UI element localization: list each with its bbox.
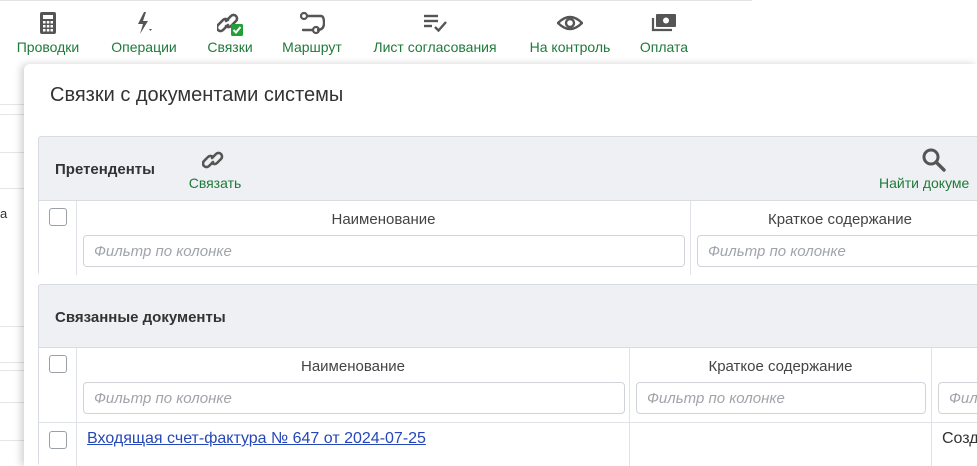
route-label: Маршрут: [282, 39, 342, 55]
toolbar-divider: [0, 0, 752, 1]
calculator-icon: [40, 12, 56, 34]
summary-filter-input[interactable]: [636, 382, 926, 414]
top-toolbar: Проводки Операции Связки Маршрут Лист со…: [0, 0, 977, 64]
route-button[interactable]: Маршрут: [276, 6, 348, 58]
bg-divider: [0, 188, 24, 189]
lightning-icon: [138, 12, 152, 34]
row-checkbox[interactable]: [49, 431, 67, 449]
table-row: Входящая счет-фактура № 647 от 2024-07-2…: [39, 423, 977, 466]
control-button[interactable]: На контроль: [522, 6, 618, 58]
linked-documents-grid: Наименование Краткое содержание Входящая…: [39, 347, 977, 466]
find-document-label: Найти докуме: [879, 175, 970, 191]
approval-sheet-button[interactable]: Лист согласования: [366, 6, 504, 58]
third-cell: Созд: [942, 430, 977, 447]
payment-button[interactable]: Оплата: [634, 6, 694, 58]
link-button-label: Связать: [188, 175, 242, 191]
summary-column: Краткое содержание: [690, 201, 977, 275]
postings-button[interactable]: Проводки: [8, 6, 88, 58]
candidates-grid: Наименование Краткое содержание: [39, 200, 977, 275]
bg-divider: [0, 326, 24, 327]
operations-label: Операции: [111, 39, 177, 55]
linked-documents-title: Связанные документы: [55, 309, 226, 326]
bg-divider: [0, 152, 24, 153]
summary-column-header[interactable]: Краткое содержание: [630, 358, 931, 375]
bg-divider: [0, 104, 24, 105]
control-label: На контроль: [529, 39, 611, 55]
money-icon: [651, 14, 676, 32]
bg-divider: [0, 114, 24, 115]
candidates-panel: Претенденты Связать Найти докуме Наимено…: [38, 136, 977, 275]
links-label: Связки: [207, 39, 253, 55]
linked-documents-panel: Связанные документы Наименование Краткое…: [38, 284, 977, 466]
dialog-title: Связки с документами системы: [50, 84, 344, 106]
name-filter-input[interactable]: [83, 382, 625, 414]
name-column-header[interactable]: Наименование: [77, 358, 629, 375]
document-link[interactable]: Входящая счет-фактура № 647 от 2024-07-2…: [87, 430, 426, 448]
checklist-icon: [424, 14, 447, 33]
bg-divider: [0, 370, 24, 371]
third-filter-input[interactable]: [938, 382, 977, 414]
select-all-checkbox[interactable]: [49, 355, 67, 373]
select-all-checkbox[interactable]: [49, 208, 67, 226]
eye-icon: [557, 15, 583, 31]
bg-divider: [0, 402, 24, 403]
link-button[interactable]: Связать: [185, 145, 245, 191]
links-button[interactable]: Связки: [200, 6, 260, 58]
links-dialog: Связки с документами системы Претенденты…: [24, 64, 977, 466]
route-icon: [299, 11, 325, 35]
candidates-title: Претенденты: [55, 161, 155, 178]
operations-button[interactable]: Операции: [104, 6, 184, 58]
summary-filter-input[interactable]: [697, 235, 977, 267]
name-column: Наименование: [76, 201, 690, 275]
postings-label: Проводки: [16, 39, 80, 55]
background-page: а: [0, 64, 24, 466]
bg-text-fragment: а: [0, 206, 8, 221]
bg-divider: [0, 362, 24, 363]
find-document-button[interactable]: Найти докуме: [877, 145, 977, 191]
screen: Проводки Операции Связки Маршрут Лист со…: [0, 0, 977, 466]
name-column-header[interactable]: Наименование: [77, 211, 690, 228]
payment-label: Оплата: [639, 39, 689, 55]
link-icon: [202, 151, 224, 169]
link-check-icon: [217, 13, 243, 36]
summary-column-header[interactable]: Краткое содержание: [681, 211, 977, 228]
approval-sheet-label: Лист согласования: [373, 39, 497, 55]
bg-divider: [0, 440, 24, 441]
search-icon: [922, 148, 946, 172]
name-filter-input[interactable]: [83, 235, 685, 267]
